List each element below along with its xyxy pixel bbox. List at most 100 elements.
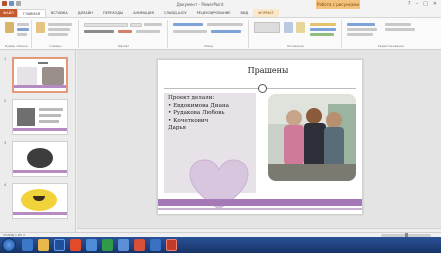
quick-access-toolbar bbox=[2, 1, 21, 6]
tab-format[interactable]: ФОРМАТ bbox=[253, 9, 279, 17]
thumb-line bbox=[39, 114, 61, 117]
slide-number: 1 bbox=[4, 57, 7, 61]
current-slide[interactable]: Прашены Проект делали: • Евдокимова Диан… bbox=[157, 59, 363, 215]
start-button[interactable] bbox=[2, 238, 16, 252]
bullets-button[interactable] bbox=[173, 23, 203, 26]
editing-option-2[interactable] bbox=[385, 28, 415, 31]
slide-thumbnails-pane: 1 2 3 4 bbox=[0, 50, 76, 232]
save-icon[interactable] bbox=[9, 1, 14, 6]
slide-number: 2 bbox=[4, 99, 7, 103]
reset-button[interactable] bbox=[48, 28, 70, 31]
group-label-slides: Слайды bbox=[49, 44, 62, 48]
font-color-button[interactable] bbox=[118, 30, 132, 33]
thumb-image bbox=[27, 148, 53, 168]
quick-styles-icon[interactable] bbox=[296, 22, 305, 33]
tab-slideshow[interactable]: СЛАЙД-ШОУ bbox=[159, 9, 192, 17]
text-direction-button[interactable] bbox=[211, 30, 241, 33]
editing-option-1[interactable] bbox=[385, 23, 411, 26]
group-label-font: Шрифт bbox=[117, 44, 130, 48]
tab-animations[interactable]: АНИМАЦИЯ bbox=[128, 9, 159, 17]
undo-icon[interactable] bbox=[16, 1, 21, 6]
rotation-handle[interactable] bbox=[258, 84, 267, 93]
thumbnail-row[interactable]: 4 bbox=[4, 183, 70, 223]
bold-italic-underline[interactable] bbox=[84, 30, 114, 33]
group-drawing: Рисование bbox=[250, 20, 342, 48]
spacing-button[interactable] bbox=[136, 30, 160, 33]
slide-title[interactable]: Прашены bbox=[228, 66, 308, 75]
cut-button[interactable] bbox=[17, 23, 29, 26]
app-icon-blue-3[interactable] bbox=[150, 239, 161, 251]
text-line: Проект делали: bbox=[168, 95, 215, 101]
thumb-line bbox=[39, 120, 59, 123]
group-label-drawing: Рисование bbox=[287, 44, 304, 48]
slide-thumbnail-3[interactable] bbox=[12, 141, 68, 177]
slide-editor: Прашены Проект делали: • Евдокимова Диан… bbox=[77, 50, 441, 232]
shapes-gallery[interactable] bbox=[254, 22, 280, 33]
thumb-line bbox=[39, 108, 63, 111]
select-button[interactable] bbox=[347, 33, 373, 36]
slide-accent-line bbox=[158, 208, 362, 210]
shape-effects-button[interactable] bbox=[310, 33, 334, 36]
indent-buttons[interactable] bbox=[207, 23, 243, 26]
minimize-icon[interactable]: – bbox=[416, 1, 419, 8]
copy-button[interactable] bbox=[17, 28, 29, 31]
font-size-select[interactable] bbox=[130, 23, 142, 27]
app-icon-green[interactable] bbox=[102, 239, 113, 251]
close-icon[interactable]: ✕ bbox=[433, 1, 437, 8]
thumb-bar bbox=[13, 170, 67, 173]
shape-fill-button[interactable] bbox=[310, 23, 336, 26]
shape-outline-button[interactable] bbox=[310, 28, 336, 31]
tab-design[interactable]: ДИЗАЙН bbox=[73, 9, 98, 17]
slide-number: 4 bbox=[4, 183, 7, 187]
tab-review[interactable]: РЕЦЕНЗИРОВАНИЕ bbox=[192, 9, 236, 17]
powerpoint-taskbar-icon[interactable] bbox=[166, 239, 177, 251]
slide-number: 3 bbox=[4, 141, 7, 145]
ie-icon[interactable] bbox=[22, 239, 33, 251]
group-label-editing: Редактирование bbox=[377, 44, 405, 48]
thumb-bar bbox=[13, 212, 67, 215]
replace-button[interactable] bbox=[347, 28, 377, 31]
app-icon-blue-2[interactable] bbox=[118, 239, 129, 251]
slide-thumbnail-2[interactable] bbox=[12, 99, 68, 135]
find-button[interactable] bbox=[347, 23, 375, 26]
text-line: • Кочеткович bbox=[168, 117, 209, 124]
tab-view[interactable]: ВИД bbox=[236, 9, 254, 17]
tab-file[interactable]: ФАЙЛ bbox=[0, 9, 17, 17]
thumbnail-row[interactable]: 2 bbox=[4, 99, 70, 139]
tab-insert[interactable]: ВСТАВКА bbox=[46, 9, 73, 17]
window-controls: ? – □ ✕ bbox=[408, 1, 437, 8]
app-icon-blue[interactable] bbox=[86, 239, 97, 251]
thumb-text bbox=[17, 67, 37, 85]
slide-accent-bar bbox=[158, 199, 362, 206]
group-photo[interactable] bbox=[268, 94, 356, 181]
group-paragraph: Абзац bbox=[169, 20, 249, 48]
section-button[interactable] bbox=[48, 33, 68, 36]
maximize-icon[interactable]: □ bbox=[423, 1, 428, 8]
explorer-icon[interactable] bbox=[38, 239, 49, 251]
app-icon[interactable] bbox=[2, 1, 7, 6]
paste-icon[interactable] bbox=[5, 22, 14, 33]
slide-thumbnail-1[interactable] bbox=[12, 57, 68, 93]
app-icon-red-2[interactable] bbox=[134, 239, 145, 251]
align-buttons[interactable] bbox=[173, 30, 207, 33]
arrange-icon[interactable] bbox=[284, 22, 293, 33]
layout-button[interactable] bbox=[48, 23, 72, 26]
slide-text-box[interactable]: Проект делали: • Евдокимова Диана • Руда… bbox=[164, 93, 256, 210]
title-bar: Документ - PowerPoint Работа с рисунками… bbox=[0, 0, 441, 9]
tab-transitions[interactable]: ПЕРЕХОДЫ bbox=[98, 9, 128, 17]
thumbnail-row[interactable]: 3 bbox=[4, 141, 70, 181]
font-name-select[interactable] bbox=[84, 23, 128, 27]
tab-home[interactable]: ГЛАВНАЯ bbox=[17, 9, 47, 17]
thumb-photo bbox=[42, 67, 64, 85]
thumb-title bbox=[38, 62, 48, 64]
format-painter-button[interactable] bbox=[17, 33, 27, 36]
photo-image bbox=[268, 94, 356, 181]
group-clipboard: Буфер обмена bbox=[2, 20, 32, 48]
font-grow-shrink[interactable] bbox=[144, 23, 162, 26]
help-icon[interactable]: ? bbox=[408, 1, 411, 8]
slide-thumbnail-4[interactable] bbox=[12, 183, 68, 219]
media-icon[interactable] bbox=[54, 239, 65, 251]
new-slide-icon[interactable] bbox=[36, 22, 45, 33]
thumbnail-row[interactable]: 1 bbox=[4, 57, 70, 97]
app-icon-red[interactable] bbox=[70, 239, 81, 251]
